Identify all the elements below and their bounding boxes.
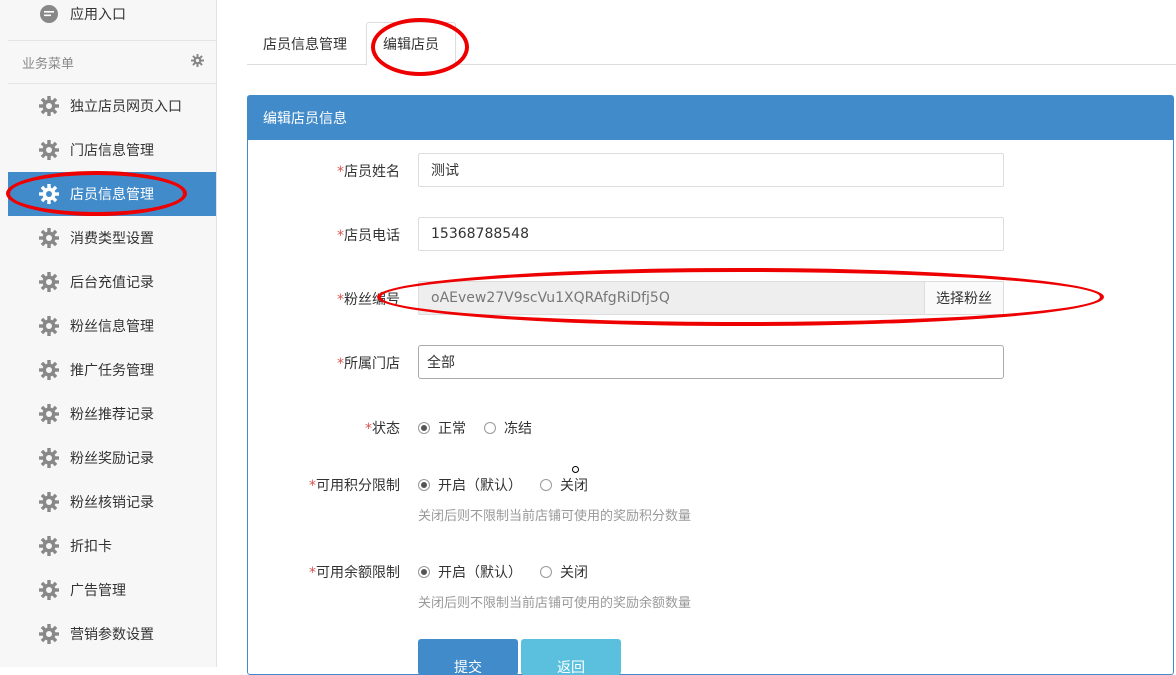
gear-icon: [38, 579, 60, 601]
points-radio-off[interactable]: 关闭: [540, 475, 588, 495]
mouse-cursor-icon: [572, 466, 579, 473]
fan-id-input: oAEvew27V9scVu1XQRAfgRiDfj5Q: [418, 281, 924, 315]
gear-icon: [38, 271, 60, 293]
edit-staff-panel: 编辑店员信息 *店员姓名 测试 *店员电话 15368788548 *粉丝编号 …: [247, 95, 1174, 675]
chat-bubble-icon: [38, 3, 60, 25]
radio-dot[interactable]: [540, 566, 552, 578]
sidebar-item-label: 后台充值记录: [70, 275, 154, 291]
sidebar-item-label: 粉丝推荐记录: [70, 407, 154, 423]
sidebar-item-label: 营销参数设置: [70, 627, 154, 643]
sidebar-item[interactable]: 折扣卡: [8, 524, 216, 568]
field-label: *店员电话: [337, 228, 400, 244]
sidebar-item[interactable]: 粉丝奖励记录: [8, 436, 216, 480]
sidebar-item[interactable]: 消费类型设置: [8, 216, 216, 260]
sidebar-item[interactable]: 独立店员网页入口: [8, 84, 216, 128]
panel-title: 编辑店员信息: [248, 96, 1173, 140]
gear-icon: [38, 315, 60, 337]
sidebar-item-label: 粉丝信息管理: [70, 319, 154, 335]
sidebar: 应用入口 业务菜单 独立店员网页入口 门店信息管理 店员信息管理 消费类型设置 后台充值…: [0, 0, 217, 667]
gear-icon: [38, 447, 60, 469]
sidebar-item[interactable]: 粉丝核销记录: [8, 480, 216, 524]
gear-icon: [38, 403, 60, 425]
sidebar-item-label: 门店信息管理: [70, 143, 154, 159]
field-label: *状态: [365, 421, 400, 437]
balance-help-text: 关闭后则不限制当前店铺可使用的奖励余额数量: [418, 596, 692, 611]
sidebar-section-header: 业务菜单: [8, 40, 216, 84]
gear-icon: [38, 623, 60, 645]
status-radio-frozen[interactable]: 冻结: [484, 418, 532, 438]
sidebar-item[interactable]: 门店信息管理: [8, 128, 216, 172]
tab-bar: 店员信息管理 编辑店员: [247, 22, 1176, 66]
gear-icon: [38, 491, 60, 513]
staff-name-input[interactable]: 测试: [418, 153, 1004, 187]
gear-icon: [38, 227, 60, 249]
radio-dot[interactable]: [418, 479, 430, 491]
points-help-text: 关闭后则不限制当前店铺可使用的奖励积分数量: [418, 509, 692, 524]
select-fan-button[interactable]: 选择粉丝: [924, 281, 1004, 315]
balance-radio-group: 开启（默认） 关闭: [418, 562, 606, 582]
radio-dot[interactable]: [484, 422, 496, 434]
submit-button[interactable]: 提交: [418, 639, 518, 675]
sidebar-item[interactable]: 粉丝推荐记录: [8, 392, 216, 436]
sidebar-item-label: 推广任务管理: [70, 363, 154, 379]
store-select[interactable]: 全部: [418, 345, 1004, 379]
gear-icon: [38, 139, 60, 161]
gear-icon: [38, 359, 60, 381]
sidebar-item[interactable]: 粉丝信息管理: [8, 304, 216, 348]
sidebar-item-app-entry[interactable]: 应用入口: [8, 0, 216, 36]
sidebar-item[interactable]: 后台充值记录: [8, 260, 216, 304]
tab-staff-management[interactable]: 店员信息管理: [247, 22, 363, 66]
sidebar-item-label: 折扣卡: [70, 539, 112, 555]
sidebar-item[interactable]: 店员信息管理: [8, 172, 216, 216]
field-label: *可用积分限制: [309, 478, 400, 494]
back-button[interactable]: 返回: [521, 639, 621, 675]
tab-edit-staff[interactable]: 编辑店员: [366, 22, 456, 66]
field-label: *店员姓名: [337, 164, 400, 180]
points-radio-on[interactable]: 开启（默认）: [418, 475, 522, 495]
field-label: *所属门店: [337, 356, 400, 372]
sidebar-item-label: 独立店员网页入口: [70, 99, 182, 115]
gear-icon: [38, 95, 60, 117]
gear-icon[interactable]: [191, 54, 204, 71]
gear-icon: [38, 535, 60, 557]
status-radio-normal[interactable]: 正常: [418, 418, 466, 438]
sidebar-item-label: 广告管理: [70, 583, 126, 599]
field-label: *可用余额限制: [309, 565, 400, 581]
sidebar-item-label: 消费类型设置: [70, 231, 154, 247]
staff-phone-input[interactable]: 15368788548: [418, 217, 1004, 251]
balance-radio-off[interactable]: 关闭: [540, 562, 588, 582]
sidebar-section-title: 业务菜单: [22, 56, 75, 72]
sidebar-item-label: 应用入口: [70, 7, 126, 23]
field-label: *粉丝编号: [337, 292, 400, 308]
sidebar-item-label: 店员信息管理: [70, 187, 154, 203]
balance-radio-on[interactable]: 开启（默认）: [418, 562, 522, 582]
radio-dot[interactable]: [540, 479, 552, 491]
sidebar-item[interactable]: 广告管理: [8, 568, 216, 612]
gear-icon: [38, 183, 60, 205]
status-radio-group: 正常 冻结: [418, 418, 550, 438]
points-radio-group: 开启（默认） 关闭: [418, 475, 606, 495]
radio-dot[interactable]: [418, 566, 430, 578]
sidebar-item[interactable]: 推广任务管理: [8, 348, 216, 392]
sidebar-item-label: 粉丝核销记录: [70, 495, 154, 511]
radio-dot[interactable]: [418, 422, 430, 434]
sidebar-item-label: 粉丝奖励记录: [70, 451, 154, 467]
sidebar-item[interactable]: 营销参数设置: [8, 612, 216, 656]
